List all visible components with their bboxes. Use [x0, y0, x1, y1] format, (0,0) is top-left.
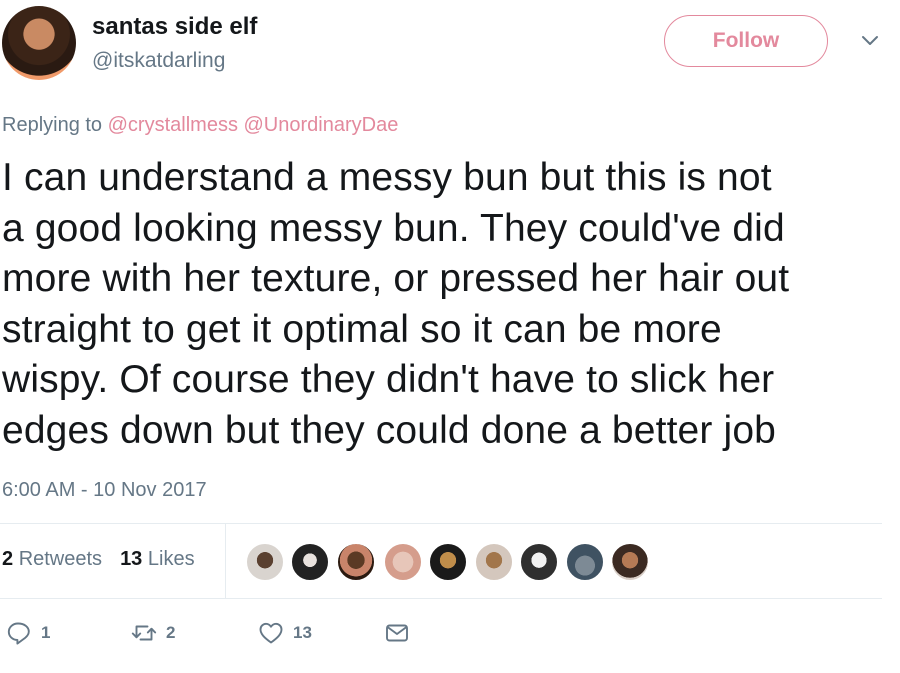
tweet-text-line: a good looking messy bun. They could've … [2, 206, 785, 250]
likes-label: Likes [147, 548, 195, 570]
likes-stat[interactable]: 13 Likes [120, 548, 195, 570]
display-name[interactable]: santas side elf [92, 13, 257, 41]
liker-avatar[interactable] [384, 543, 422, 581]
liker-avatar[interactable] [566, 543, 604, 581]
divider [225, 524, 226, 598]
retweets-count: 2 [2, 548, 14, 570]
liker-avatar[interactable] [475, 543, 513, 581]
tweet-text-line: wispy. Of course they didn't have to sli… [2, 358, 775, 401]
replying-to-label: Replying to [2, 114, 103, 136]
avatar[interactable] [2, 6, 76, 80]
likes-count: 13 [120, 548, 143, 570]
like-count: 13 [293, 623, 312, 642]
divider [0, 598, 882, 599]
engagement-stats: 2 Retweets 13 Likes [2, 548, 195, 571]
mention-link[interactable]: @crystallmess [108, 114, 238, 136]
liker-avatar[interactable] [337, 543, 375, 581]
user-handle[interactable]: @itskatdarling [92, 49, 225, 73]
tweet-text-line: straight to get it optimal so it can be … [2, 307, 722, 351]
retweets-stat[interactable]: 2 Retweets [2, 548, 102, 570]
liker-avatar[interactable] [520, 543, 558, 581]
message-icon [386, 624, 408, 642]
retweet-button[interactable]: 2 [131, 620, 175, 646]
liker-avatar[interactable] [429, 543, 467, 581]
liker-avatar[interactable] [611, 543, 649, 581]
heart-icon [259, 622, 283, 644]
liker-avatar[interactable] [246, 543, 284, 581]
message-button[interactable] [384, 620, 410, 646]
chevron-down-icon[interactable] [860, 33, 880, 47]
reply-icon [7, 622, 30, 645]
reply-button[interactable]: 1 [6, 620, 50, 646]
liker-avatar[interactable] [291, 543, 329, 581]
tweet-text-line: I can understand a messy bun but this is… [2, 156, 772, 199]
retweet-count: 2 [166, 623, 176, 642]
mention-link[interactable]: @UnordinaryDae [244, 114, 399, 136]
like-button[interactable]: 13 [258, 620, 312, 646]
timestamp[interactable]: 6:00 AM - 10 Nov 2017 [2, 479, 207, 502]
tweet-text-line: edges down but they could done a better … [2, 408, 777, 452]
replying-to: Replying to @crystallmess @UnordinaryDae [2, 114, 398, 137]
action-bar: 1 2 13 [0, 620, 900, 650]
retweets-label: Retweets [18, 548, 103, 570]
follow-button[interactable]: Follow [664, 15, 828, 67]
reply-count: 1 [41, 623, 51, 642]
tweet-text-line: more with her texture, or pressed her ha… [2, 257, 790, 300]
tweet-text: I can understand a messy bun but this is… [2, 153, 894, 456]
divider [0, 523, 882, 524]
retweet-icon [131, 625, 157, 641]
